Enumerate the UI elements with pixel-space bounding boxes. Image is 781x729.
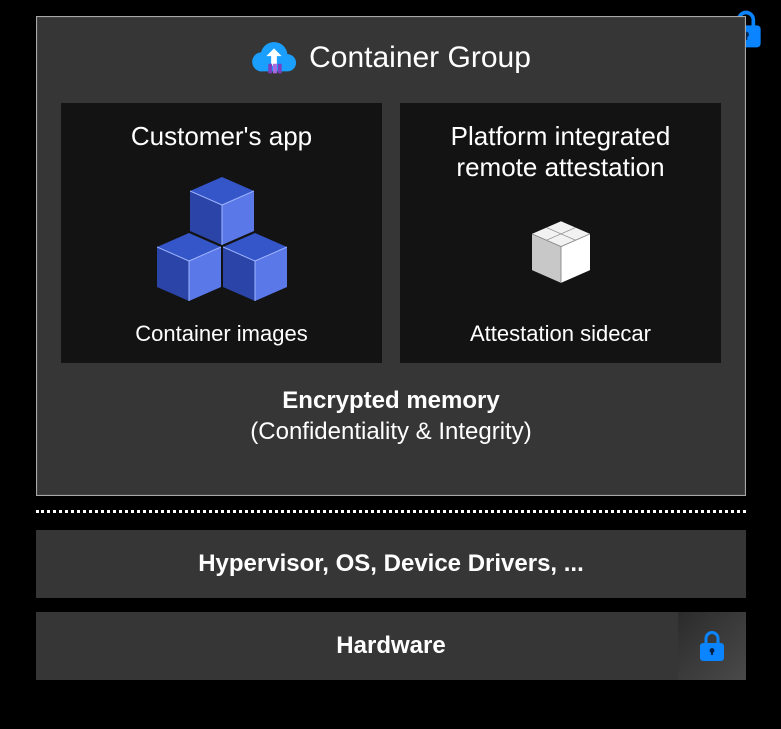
hypervisor-label: Hypervisor, OS, Device Drivers, ... [198,550,584,578]
cloud-upload-icon [251,35,297,81]
hardware-lock-badge [678,612,746,680]
hardware-label: Hardware [336,632,445,660]
attestation-sidecar-icon [532,183,590,321]
attestation-title: Platform integrated remote attestation [451,121,671,183]
hardware-layer: Hardware [36,612,746,680]
hypervisor-layer: Hypervisor, OS, Device Drivers, ... [36,530,746,598]
encrypted-memory-title: Encrypted memory [37,385,745,416]
encrypted-memory-subtitle: (Confidentiality & Integrity) [37,416,745,447]
customers-app-title: Customer's app [131,121,312,152]
container-images-icon [147,152,297,321]
container-group-title: Container Group [309,41,531,75]
attestation-card: Platform integrated remote attestation A… [400,103,721,363]
customers-app-card: Customer's app Container images [61,103,382,363]
lock-icon [694,628,730,664]
trust-boundary-divider [36,510,746,513]
container-group-header: Container Group [37,17,745,89]
attestation-footer: Attestation sidecar [470,321,651,347]
customers-app-footer: Container images [135,321,307,347]
container-group-body: Customer's app Container images Platform… [37,89,745,363]
encrypted-memory-block: Encrypted memory (Confidentiality & Inte… [37,363,745,447]
container-group-panel: Container Group Customer's app Container… [36,16,746,496]
